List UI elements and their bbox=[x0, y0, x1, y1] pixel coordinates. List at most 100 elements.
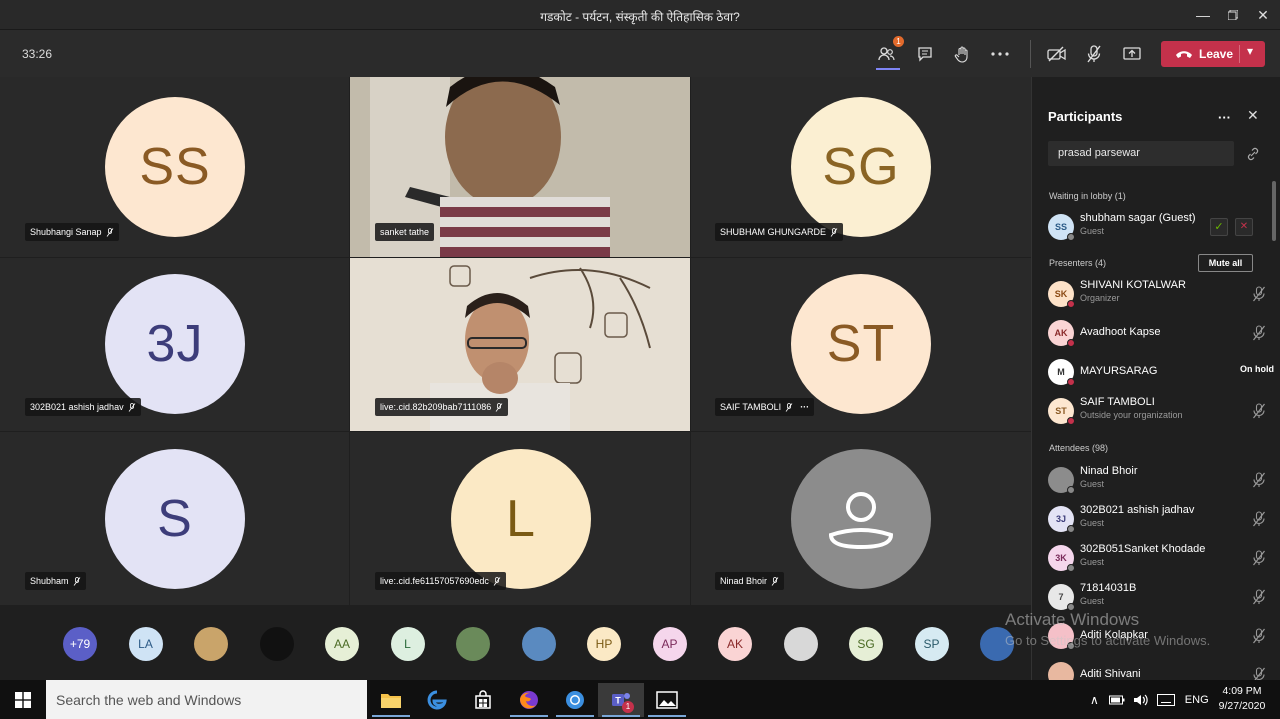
leave-button[interactable]: Leave ▾ bbox=[1161, 41, 1265, 67]
strip-avatar[interactable]: LA bbox=[128, 627, 163, 661]
chrome-button[interactable] bbox=[552, 683, 598, 717]
participant-mic-button[interactable] bbox=[1252, 286, 1268, 302]
avatar: 3K bbox=[1048, 545, 1075, 572]
participant-mic-button[interactable] bbox=[1252, 403, 1268, 419]
mic-toggle-button[interactable] bbox=[1081, 41, 1107, 67]
strip-avatar[interactable] bbox=[194, 627, 228, 661]
more-options-icon[interactable]: ··· bbox=[800, 402, 809, 412]
participant-mic-button[interactable] bbox=[1252, 511, 1268, 527]
participant-tile[interactable]: SG SHUBHAM GHUNGARDE bbox=[691, 77, 1031, 257]
strip-avatar[interactable] bbox=[456, 627, 490, 661]
overflow-participants-button[interactable]: +79 bbox=[63, 627, 97, 661]
participant-tile[interactable]: SS Shubhangi Sanap bbox=[0, 77, 349, 257]
participant-row[interactable]: SK SHIVANI KOTALWAR Organizer bbox=[1048, 279, 1268, 311]
strip-avatar[interactable]: L bbox=[390, 627, 425, 661]
name-tag: Ninad Bhoir bbox=[715, 572, 785, 590]
participant-row[interactable]: AK Avadhoot Kapse bbox=[1048, 318, 1268, 350]
share-screen-button[interactable] bbox=[1119, 41, 1145, 67]
participant-video-tile[interactable]: live:.cid.82b209bab7111086 bbox=[350, 258, 690, 431]
strip-avatar[interactable]: AA bbox=[325, 627, 359, 661]
strip-avatar[interactable] bbox=[521, 627, 556, 661]
photos-button[interactable] bbox=[644, 683, 690, 717]
mic-off-icon bbox=[1253, 325, 1265, 341]
close-window-button[interactable]: ✕ bbox=[1248, 4, 1278, 26]
mic-muted-icon bbox=[128, 402, 135, 412]
participant-tile[interactable]: L live:.cid.fe61157057690edc bbox=[350, 432, 690, 605]
file-explorer-button[interactable] bbox=[368, 683, 414, 717]
participant-search-input[interactable]: prasad parsewar bbox=[1048, 141, 1234, 166]
edge-button[interactable] bbox=[414, 683, 460, 717]
participant-row[interactable]: 3J 302B021 ashish jadhav Guest bbox=[1048, 504, 1268, 536]
participant-row[interactable]: M MAYURSARAG On hold bbox=[1048, 357, 1274, 389]
name-tag: sanket tathe bbox=[375, 223, 435, 241]
taskbar-clock[interactable]: 4:09 PM 9/27/2020 bbox=[1212, 684, 1272, 714]
search-placeholder: Search the web and Windows bbox=[56, 692, 242, 708]
more-icon bbox=[991, 52, 1009, 56]
participant-video-tile[interactable]: sanket tathe bbox=[350, 77, 690, 257]
maximize-button[interactable] bbox=[1218, 4, 1248, 26]
name-tag: live:.cid.fe61157057690edc bbox=[375, 572, 506, 590]
chat-button[interactable] bbox=[912, 41, 938, 67]
raise-hand-button[interactable] bbox=[949, 41, 975, 67]
camera-toggle-button[interactable] bbox=[1044, 41, 1070, 67]
participant-name: SHIVANI KOTALWAR bbox=[1080, 279, 1186, 291]
strip-avatar-label: LA bbox=[138, 637, 153, 651]
participant-mic-button[interactable] bbox=[1252, 589, 1268, 605]
participant-tile[interactable]: ST SAIF TAMBOLI ··· bbox=[691, 258, 1031, 431]
start-button[interactable] bbox=[0, 680, 46, 719]
participant-row[interactable]: Ninad Bhoir Guest bbox=[1048, 465, 1268, 497]
keyboard-icon[interactable] bbox=[1156, 693, 1175, 706]
deny-button[interactable]: ✕ bbox=[1235, 218, 1253, 236]
chevron-up-icon[interactable]: ∧ bbox=[1090, 693, 1099, 707]
avatar: SG bbox=[791, 97, 931, 237]
participant-tile[interactable]: Ninad Bhoir bbox=[691, 432, 1031, 605]
avatar bbox=[1048, 467, 1075, 494]
name-tag: live:.cid.82b209bab7111086 bbox=[375, 398, 509, 416]
teams-button[interactable]: T 1 bbox=[598, 683, 644, 717]
presence-dot bbox=[1067, 525, 1075, 533]
participant-mic-button[interactable] bbox=[1252, 550, 1268, 566]
share-link-icon[interactable] bbox=[1246, 147, 1260, 161]
strip-avatar[interactable]: HP bbox=[587, 627, 621, 661]
avatar: AK bbox=[1048, 320, 1075, 347]
strip-avatar[interactable] bbox=[783, 627, 818, 661]
minimize-button[interactable]: — bbox=[1188, 4, 1218, 26]
strip-avatar[interactable]: AK bbox=[718, 627, 752, 661]
strip-avatar[interactable]: AP bbox=[652, 627, 687, 661]
participant-tile[interactable]: 3J 302B021 ashish jadhav bbox=[0, 258, 349, 431]
participant-mic-button[interactable] bbox=[1252, 472, 1268, 488]
participant-row[interactable]: ST SAIF TAMBOLI Outside your organization bbox=[1048, 396, 1268, 428]
close-panel-icon[interactable]: ✕ bbox=[1247, 107, 1259, 124]
avatar-initials: SG bbox=[822, 138, 900, 196]
participant-row[interactable]: 3K 302B051Sanket Khodade Guest bbox=[1048, 543, 1268, 575]
participant-row[interactable]: SS shubham sagar (Guest) Guest ✓ ✕ bbox=[1048, 212, 1268, 244]
firefox-button[interactable] bbox=[506, 683, 552, 717]
participants-icon bbox=[878, 47, 895, 61]
participant-mic-button[interactable] bbox=[1252, 325, 1268, 341]
strip-avatar[interactable]: SG bbox=[849, 627, 883, 661]
mic-off-icon bbox=[1253, 403, 1265, 419]
leave-divider bbox=[1239, 45, 1240, 63]
more-actions-button[interactable] bbox=[987, 41, 1013, 67]
battery-icon[interactable] bbox=[1108, 695, 1125, 705]
admit-button[interactable]: ✓ bbox=[1210, 218, 1228, 236]
participants-button[interactable]: 1 bbox=[874, 36, 904, 67]
input-language[interactable]: ENG bbox=[1185, 694, 1209, 706]
mute-all-button[interactable]: Mute all bbox=[1198, 254, 1253, 272]
strip-avatar[interactable] bbox=[259, 627, 294, 661]
section-attendees: Attendees (98) bbox=[1049, 443, 1109, 453]
mic-muted-icon bbox=[830, 227, 838, 237]
volume-icon[interactable] bbox=[1133, 693, 1149, 707]
maximize-icon bbox=[1227, 9, 1239, 21]
panel-scrollbar[interactable] bbox=[1272, 181, 1276, 241]
participant-name: Shubham bbox=[30, 576, 69, 586]
avatar-initials: ST bbox=[826, 315, 896, 373]
taskbar-search-input[interactable]: Search the web and Windows bbox=[46, 680, 367, 719]
participant-name: live:.cid.82b209bab7111086 bbox=[380, 402, 492, 412]
chevron-down-icon[interactable]: ▾ bbox=[1247, 44, 1253, 58]
store-button[interactable] bbox=[460, 683, 506, 717]
participant-tile[interactable]: S Shubham bbox=[0, 432, 349, 605]
participant-mic-button[interactable] bbox=[1252, 628, 1268, 644]
strip-avatar[interactable]: SP bbox=[914, 627, 949, 661]
panel-more-icon[interactable]: ··· bbox=[1218, 110, 1231, 125]
